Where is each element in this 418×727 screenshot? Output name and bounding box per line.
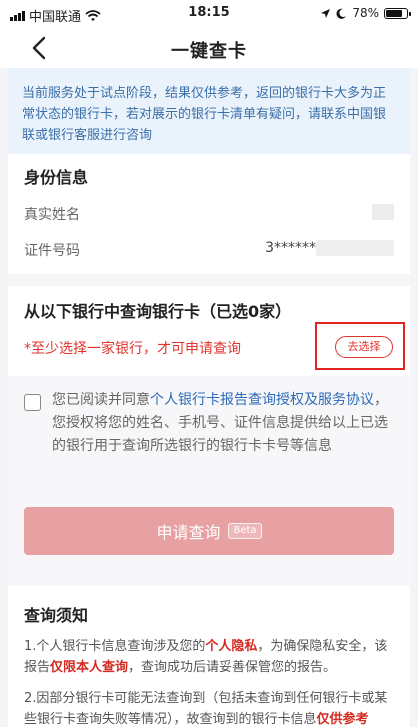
query-rules-section: 查询须知 1.个人银行卡信息查询涉及您的个人隐私，为确保隐私安全，该报告仅限本人… xyxy=(8,586,410,727)
rule-item-1: 1.个人银行卡信息查询涉及您的个人隐私，为确保隐私安全，该报告仅限本人查询，查询… xyxy=(24,636,398,678)
battery-percent: 78% xyxy=(352,6,379,20)
bank-selection-warning: *至少选择一家银行，才可申请查询 xyxy=(24,341,241,357)
beta-badge: Beta xyxy=(228,523,262,539)
moon-icon xyxy=(336,8,347,19)
identity-title: 身份信息 xyxy=(24,168,89,187)
agreement-prefix: 您已阅读并同意 xyxy=(52,392,150,408)
agreement-checkbox[interactable] xyxy=(24,394,41,411)
identity-section: 身份信息 真实姓名 证件号码 3****** xyxy=(8,154,410,274)
id-number-value: 3****** xyxy=(265,240,394,256)
choose-bank-button[interactable]: 去选择 xyxy=(335,336,393,358)
navigation-bar: 一键查卡 xyxy=(0,28,418,68)
bank-selection-title: 从以下银行中查询银行卡（已选0家） xyxy=(24,302,292,321)
real-name-value-masked xyxy=(372,204,394,220)
rule-1-text-e: ，查询成功后请妥善保管您的报告。 xyxy=(128,660,337,675)
id-number-mask xyxy=(316,240,394,256)
location-arrow-icon xyxy=(321,8,331,18)
rule-item-2: 2.因部分银行卡可能无法查询到（包括未查询到任何银行卡或某些银行卡查询失败等情况… xyxy=(24,688,398,727)
agreement-section: 您已阅读并同意个人银行卡报告查询授权及服务协议，您授权将您的姓名、手机号、证件信… xyxy=(8,376,410,586)
rule-1-privacy: 个人隐私 xyxy=(205,639,258,654)
bank-selection-section: 从以下银行中查询银行卡（已选0家） *至少选择一家银行，才可申请查询 去选择 xyxy=(8,286,410,376)
apply-query-label: 申请查询 xyxy=(156,523,221,542)
rule-1-self-only: 仅限本人查询 xyxy=(50,660,129,675)
agreement-text: 您已阅读并同意个人银行卡报告查询授权及服务协议，您授权将您的姓名、手机号、证件信… xyxy=(52,389,392,458)
page-title: 一键查卡 xyxy=(171,41,247,62)
id-number-text: 3****** xyxy=(265,240,316,256)
apply-query-button[interactable]: 申请查询 Beta xyxy=(24,507,394,555)
rule-2-reference-only: 仅供参考 xyxy=(316,712,369,727)
id-number-row: 证件号码 3****** xyxy=(24,240,394,260)
query-rules-title: 查询须知 xyxy=(24,606,89,625)
id-number-label: 证件号码 xyxy=(24,243,80,259)
status-right: 78% xyxy=(320,6,411,20)
real-name-row: 真实姓名 xyxy=(24,204,394,224)
rule-1-text-a: 1.个人银行卡信息查询涉及您的 xyxy=(24,639,206,654)
battery-icon xyxy=(384,7,411,19)
status-bar: 中国联通 18:15 78% xyxy=(0,0,418,28)
agreement-link[interactable]: 个人银行卡报告查询授权及服务协议 xyxy=(150,392,374,408)
real-name-label: 真实姓名 xyxy=(24,207,80,223)
pilot-notice: 当前服务处于试点阶段，结果仅供参考，返回的银行卡大多为正常状态的银行卡，若对展示… xyxy=(8,68,410,154)
